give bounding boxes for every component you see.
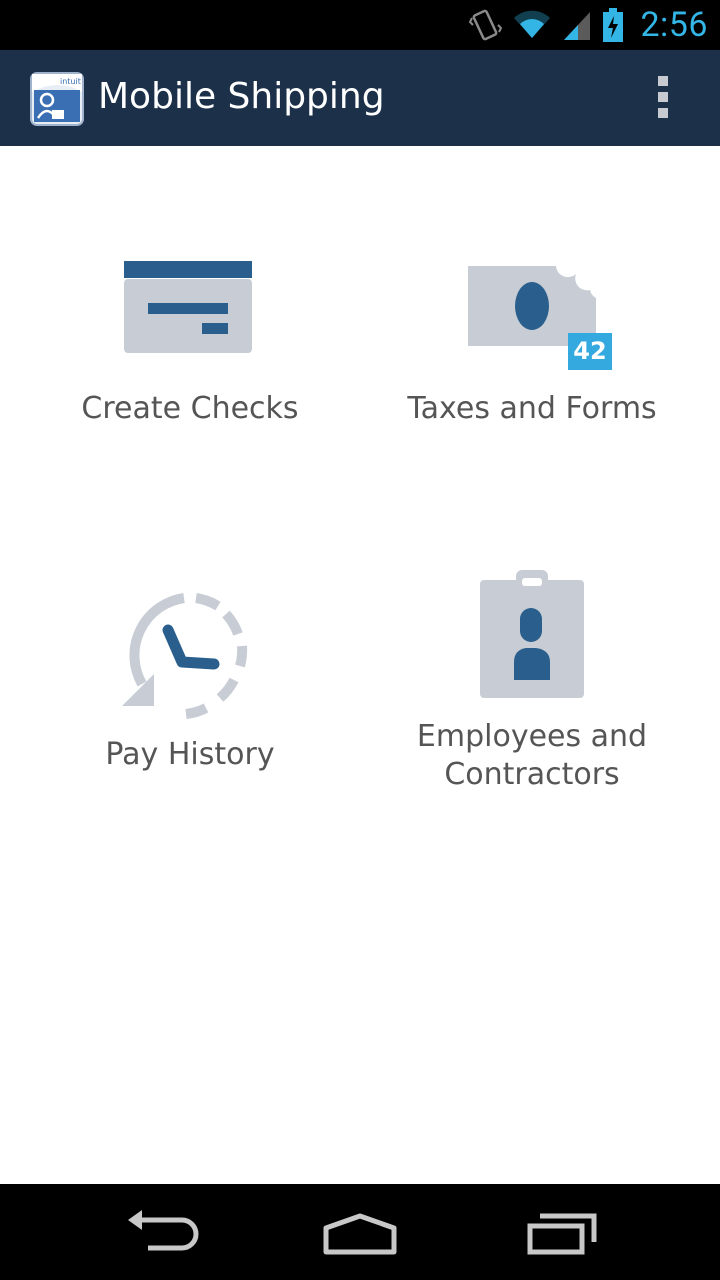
recent-apps-button[interactable] — [510, 1198, 610, 1266]
signal-icon — [564, 12, 591, 40]
tile-create-checks[interactable]: Create Checks — [40, 240, 340, 440]
back-icon — [128, 1210, 199, 1251]
tile-label: Taxes and Forms — [407, 391, 657, 426]
tile-label: Pay History — [105, 737, 275, 772]
wifi-icon — [514, 10, 551, 38]
check-icon — [124, 261, 252, 353]
tile-label: Create Checks — [81, 391, 299, 426]
recent-apps-icon — [527, 1213, 597, 1255]
home-button[interactable] — [310, 1198, 410, 1266]
logo-text: intuit — [60, 77, 81, 86]
id-badge-icon — [480, 570, 584, 698]
notification-badge: 42 — [568, 333, 612, 370]
battery-charging-icon — [603, 8, 624, 42]
tile-label-line1: Employees and — [416, 719, 648, 754]
vibrate-icon — [469, 9, 503, 41]
home-icon — [323, 1213, 397, 1255]
status-time: 2:56 — [640, 5, 708, 45]
app-logo-icon[interactable]: intuit — [30, 72, 84, 126]
navigation-bar — [0, 1184, 720, 1280]
status-bar: 2:56 — [0, 0, 720, 50]
back-button[interactable] — [110, 1198, 210, 1266]
tile-taxes-and-forms[interactable]: Taxes and Forms — [382, 240, 682, 440]
clock-history-icon — [122, 593, 248, 719]
action-bar: intuit Mobile Shipping — [0, 50, 720, 146]
tile-employees-and-contractors[interactable]: Employees and Contractors — [382, 566, 682, 806]
overflow-menu-button[interactable] — [648, 76, 678, 122]
tile-pay-history[interactable]: Pay History — [40, 580, 340, 800]
overflow-menu-icon — [658, 76, 668, 86]
tile-label-line2: Contractors — [444, 757, 620, 792]
app-title: Mobile Shipping — [98, 76, 385, 117]
